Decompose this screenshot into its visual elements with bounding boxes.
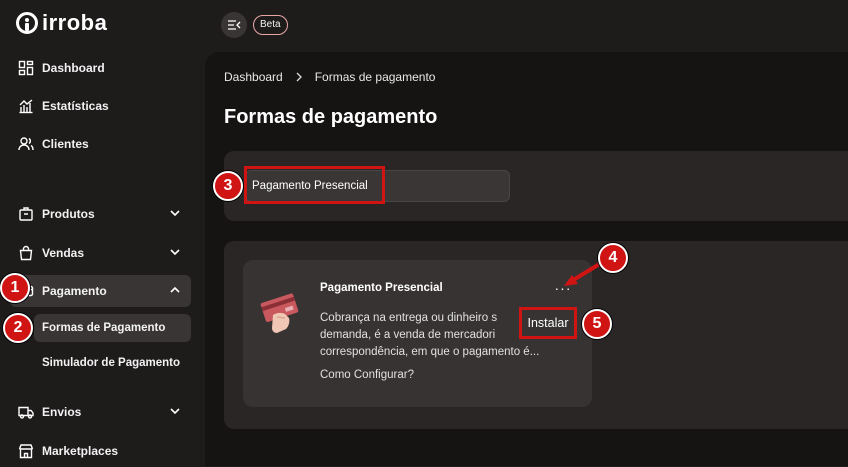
annotation-badge-5: 5 <box>582 309 612 339</box>
annotation-badge-3: 3 <box>213 171 243 201</box>
sidebar-item-label: Marketplaces <box>42 444 119 458</box>
card-title: Pagamento Presencial <box>320 282 443 294</box>
chart-icon <box>18 98 34 114</box>
menu-collapse-icon <box>228 20 241 30</box>
store-icon <box>18 443 34 459</box>
chevron-right-icon <box>296 72 302 82</box>
chevron-up-icon <box>170 286 180 293</box>
sidebar-item-label: Pagamento <box>42 284 107 298</box>
sidebar-item-estatisticas[interactable]: Estatísticas <box>10 90 191 122</box>
collapse-sidebar-button[interactable] <box>221 12 247 38</box>
search-input[interactable] <box>245 170 510 202</box>
card-payment-illustration-icon <box>260 293 299 333</box>
sidebar-item-dashboard[interactable]: Dashboard <box>10 52 191 84</box>
users-icon <box>18 136 34 152</box>
sidebar-item-pagamento[interactable]: Pagamento <box>10 275 191 307</box>
sidebar-item-label: Produtos <box>42 207 95 221</box>
sidebar-item-label: Dashboard <box>42 61 105 75</box>
sidebar-item-marketplaces[interactable]: Marketplaces <box>10 435 191 467</box>
chevron-down-icon <box>170 210 180 217</box>
box-icon <box>18 206 34 222</box>
sidebar: irroba Dashboard Estatísticas Clientes P… <box>0 0 205 466</box>
sidebar-item-label: Vendas <box>42 246 85 260</box>
logo-icon <box>16 12 38 34</box>
sidebar-item-vendas[interactable]: Vendas <box>10 237 191 269</box>
logo[interactable]: irroba <box>16 10 107 36</box>
how-to-configure-link[interactable]: Como Configurar? <box>320 369 414 381</box>
sidebar-item-produtos[interactable]: Produtos <box>10 198 191 230</box>
annotation-badge-2: 2 <box>3 313 33 343</box>
dashboard-icon <box>18 60 34 76</box>
breadcrumb-item-dashboard[interactable]: Dashboard <box>224 70 283 84</box>
truck-icon <box>18 404 34 420</box>
sidebar-subitem-formas-de-pagamento[interactable]: Formas de Pagamento <box>34 314 191 342</box>
sidebar-item-label: Estatísticas <box>42 99 109 113</box>
breadcrumb: Dashboard Formas de pagamento <box>224 70 435 84</box>
sidebar-subitem-simulador-de-pagamento[interactable]: Simulador de Pagamento <box>34 349 180 377</box>
annotation-badge-4: 4 <box>598 243 628 273</box>
page-title: Formas de pagamento <box>224 106 438 128</box>
sidebar-item-label: Clientes <box>42 137 89 151</box>
sidebar-item-clientes[interactable]: Clientes <box>10 128 191 160</box>
chevron-down-icon <box>170 249 180 256</box>
logo-text: irroba <box>42 10 108 35</box>
sidebar-item-label: Envios <box>42 405 82 419</box>
annotation-badge-1: 1 <box>0 273 30 303</box>
chevron-down-icon <box>170 408 180 415</box>
beta-badge: Beta <box>253 15 288 35</box>
install-button[interactable]: Instalar <box>519 307 577 339</box>
breadcrumb-item-current: Formas de pagamento <box>314 70 436 84</box>
bag-icon <box>18 245 34 261</box>
sidebar-item-envios[interactable]: Envios <box>10 396 191 428</box>
